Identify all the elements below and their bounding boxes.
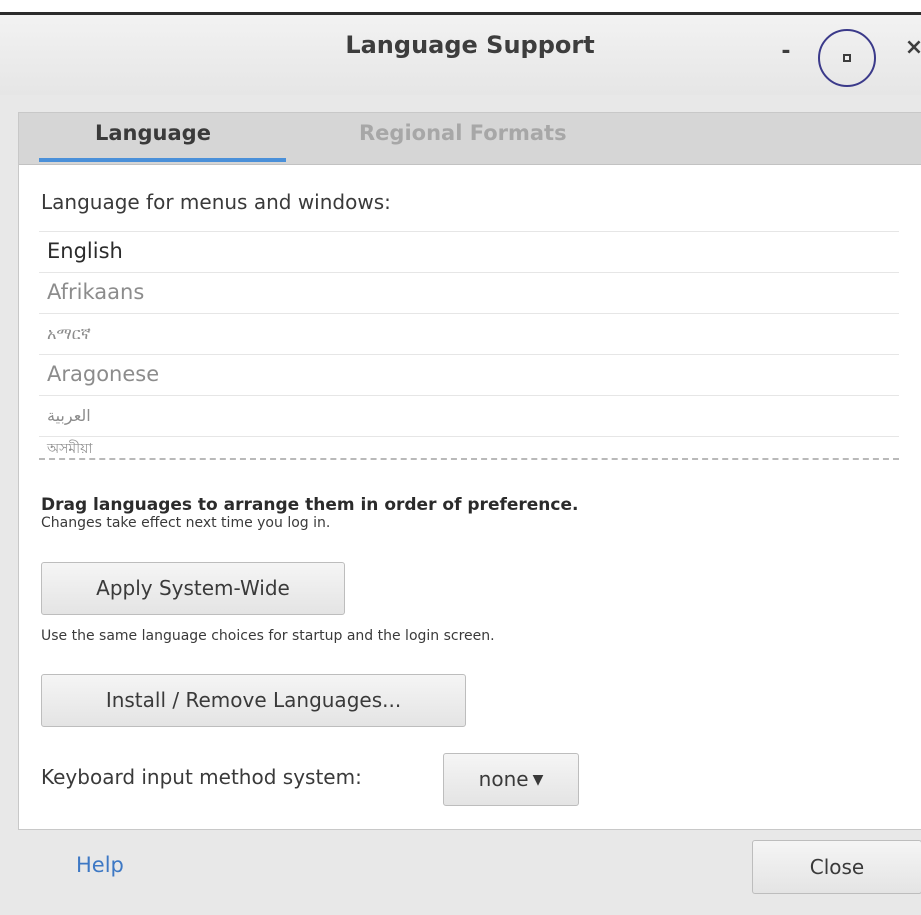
tab-regional-formats[interactable]: Regional Formats bbox=[359, 121, 567, 145]
minimize-button[interactable]: - bbox=[774, 41, 798, 67]
chevron-down-icon: ▼ bbox=[532, 772, 544, 788]
tab-language[interactable]: Language bbox=[95, 121, 211, 145]
list-item-assamese[interactable]: অসমীয়া bbox=[39, 436, 899, 460]
close-window-button[interactable]: × bbox=[902, 35, 921, 65]
keyboard-input-value: none bbox=[478, 767, 529, 791]
titlebar: Language Support - × bbox=[0, 15, 921, 95]
keyboard-input-label: Keyboard input method system: bbox=[41, 765, 362, 789]
list-item-aragonese[interactable]: Aragonese bbox=[39, 354, 899, 395]
drag-hint-subtitle: Changes take effect next time you log in… bbox=[41, 515, 331, 531]
language-panel: Language Regional Formats Language for m… bbox=[18, 112, 921, 830]
list-item-english[interactable]: English bbox=[39, 231, 899, 272]
language-list[interactable]: English Afrikaans አማርኛ Aragonese العربية… bbox=[39, 231, 899, 460]
keyboard-input-select[interactable]: none ▼ bbox=[443, 753, 579, 806]
maximize-button[interactable] bbox=[818, 29, 876, 87]
maximize-icon bbox=[843, 54, 851, 62]
language-list-label: Language for menus and windows: bbox=[41, 190, 391, 214]
language-support-window: Language Support - × Language Regional F… bbox=[0, 0, 921, 915]
active-tab-indicator bbox=[39, 158, 286, 162]
apply-system-wide-description: Use the same language choices for startu… bbox=[41, 628, 495, 644]
tab-bar: Language Regional Formats bbox=[19, 113, 921, 165]
apply-system-wide-button[interactable]: Apply System-Wide bbox=[41, 562, 345, 615]
list-item-afrikaans[interactable]: Afrikaans bbox=[39, 272, 899, 313]
list-item-amharic[interactable]: አማርኛ bbox=[39, 313, 899, 354]
drag-hint-title: Drag languages to arrange them in order … bbox=[41, 495, 579, 515]
window-top-edge bbox=[0, 0, 921, 15]
install-remove-languages-button[interactable]: Install / Remove Languages... bbox=[41, 674, 466, 727]
close-button[interactable]: Close bbox=[752, 840, 921, 894]
list-item-arabic[interactable]: العربية bbox=[39, 395, 899, 436]
help-button[interactable]: Help bbox=[76, 853, 124, 877]
